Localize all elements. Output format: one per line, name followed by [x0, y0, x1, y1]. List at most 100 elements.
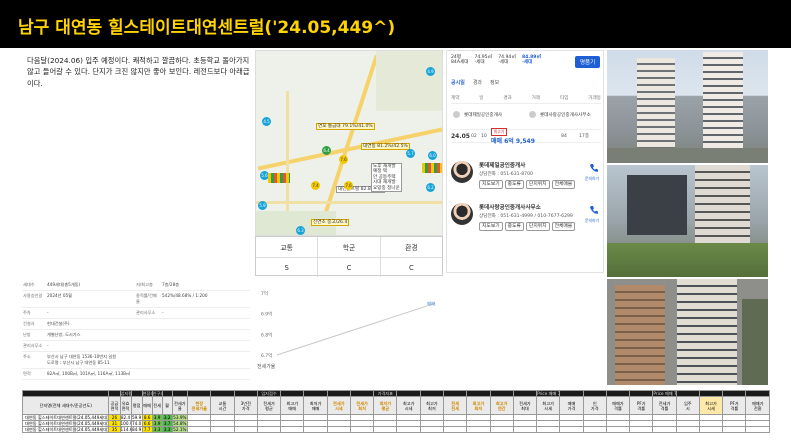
column-header: 매매가 전환 [745, 396, 770, 415]
inquiry-link[interactable]: 문의하기 [585, 176, 599, 182]
column-header: 전세가 최저 [349, 396, 375, 415]
map-pin[interactable]: 6.3 [296, 226, 305, 235]
info-cell: - [47, 343, 49, 348]
map-pin[interactable]: 6.4 [322, 146, 331, 155]
table-cell: 84.9 [130, 426, 143, 433]
info-cell: 부산시 남구 대연동 1536-10번지 일원 도로명 : 부산시 남구 대연동… [47, 354, 117, 365]
table-cell: 7.7 [141, 426, 153, 433]
page: { "title": "남구 대연동 힐스테이트대연센트럴('24.05,449… [0, 0, 791, 445]
map-view-chip[interactable]: 지도보기 [479, 222, 503, 231]
agent-card[interactable]: 롯데제일공인중개사 상담전화 : 051-631-8700 지도보기 중도류 단지위… [479, 161, 577, 189]
group-header: 현장조사 [141, 390, 153, 397]
table-cell [745, 426, 770, 433]
table-cell [443, 426, 468, 433]
map-label[interactable]: 대연동 81.2%/42.5% [361, 143, 410, 151]
complex-location-chip[interactable]: 단지위치 [525, 180, 550, 189]
info-cell: 건설사 [23, 321, 35, 326]
column-header: 계약 [451, 96, 460, 101]
trade-date: 24.05 [451, 132, 470, 140]
info-cell: 82A㎡, 100B㎡, 101A㎡, 116A㎡, 113B㎡ [47, 371, 131, 376]
map-pin[interactable]: 6.2 [426, 183, 435, 192]
map-pin[interactable]: 7.6 [344, 181, 353, 190]
area-tab[interactable]: 74.95㎡ -세대 [474, 55, 492, 66]
description-text: 다음달(2024.06) 입주 예정이다. 쾌적하고 깔끔하다. 초등학교 돌아… [27, 56, 250, 88]
info-cell: 사용승인일 [23, 293, 43, 298]
map-pin[interactable]: 6.0 [428, 151, 437, 160]
info-cell: 저/최고층 [136, 282, 153, 287]
table-cell: 3.3 [151, 426, 163, 433]
info-cell: 세대수 [23, 282, 35, 287]
area-tab[interactable]: 24평 84A세대 [451, 55, 468, 66]
table-cell [559, 426, 584, 433]
filter-tab[interactable]: 경과 [473, 79, 482, 86]
map-pin[interactable]: 4.5 [262, 117, 271, 126]
column-header: 최저가 매매 [303, 396, 328, 415]
table-cell [466, 426, 491, 433]
complex-location-chip[interactable]: 단지위치 [525, 222, 550, 231]
map-pin[interactable]: 5.9 [258, 201, 267, 210]
info-cell: 난방 [23, 332, 31, 337]
table-cell [722, 426, 747, 433]
map-pin[interactable]: 5.7 [406, 149, 415, 158]
map-label[interactable]: 신연초 중고/26.4 [311, 219, 350, 227]
score-value: C [379, 258, 442, 277]
score-header: 환경 [379, 237, 442, 257]
phone-icon[interactable] [589, 163, 599, 173]
map-pin[interactable]: 7.6 [339, 155, 348, 164]
table-cell: 74.0 [130, 420, 143, 427]
location-map[interactable]: 연포 통금대 79.1%/41.0% 대연동 81.2%/42.5% 대연센트럴… [255, 50, 443, 236]
table-cell [210, 426, 235, 433]
view-button[interactable]: 명품기 [575, 56, 601, 68]
table-cell [256, 426, 282, 433]
agent-card[interactable]: 롯데사랑공인중개사사무소 상담전화 : 051-631-4999 / 010-7… [479, 203, 577, 231]
column-header: 일 [479, 96, 484, 101]
column-header: 최고가 매매 [280, 396, 305, 415]
table-cell [187, 426, 212, 433]
column-header: 인 가격 [582, 396, 607, 415]
agent-name-small: 롯데제일공인중개사 [464, 112, 503, 118]
agent-phone: 상담전화 : 051-631-4999 / 010-7677-6299 [479, 214, 573, 219]
all-listings-chip[interactable]: 전체매물 [551, 222, 576, 231]
group-header: Price 매매 7% [652, 390, 677, 397]
filter-tab[interactable]: 정보 [490, 79, 499, 86]
route-chip[interactable]: 중도류 [504, 222, 524, 231]
table-cell: 54.8% [171, 420, 189, 427]
area-tab[interactable]: 84.89㎡ -세대 [522, 55, 541, 66]
table-cell [629, 426, 654, 433]
trade-day: 02 [471, 133, 477, 139]
table-cell: 53.9% [171, 414, 189, 421]
table-cell [373, 426, 398, 433]
info-cell: 주차 [23, 310, 31, 315]
table-cell [489, 426, 514, 433]
column-header: 최고가 시세 [536, 396, 561, 415]
column-header: 현장 전세가율 [187, 396, 212, 415]
area-tab[interactable]: 74.94㎡ -세대 [498, 55, 516, 66]
column-header: 경과 [503, 96, 512, 101]
group-header: 인구가생산성/수요 [151, 390, 163, 397]
y-tick-label: 6.7억 [261, 352, 272, 359]
all-listings-chip[interactable]: 전체매물 [551, 180, 576, 189]
map-label[interactable]: 연포 통금대 79.1%/41.0% [316, 123, 375, 131]
table-cell: 대연동 힐스테이트대연센트럴(24.05,449세대) [21, 420, 110, 427]
table-cell [605, 426, 631, 433]
column-header: 최고가 시세 [396, 396, 421, 415]
map-view-chip[interactable]: 지도보기 [479, 180, 503, 189]
route-chip[interactable]: 중도류 [504, 180, 524, 189]
column-header: 거래동 [588, 96, 601, 101]
table-cell [698, 426, 724, 433]
inquiry-link[interactable]: 문의하기 [585, 218, 599, 224]
map-pin[interactable]: 7.4 [311, 181, 320, 190]
column-header: 입주 시 [675, 396, 700, 415]
table-cell: 100.9 [119, 420, 132, 427]
table-cell: 대연동 힐스테이트대연센트럴(24.05,449세대) [21, 426, 110, 433]
table-cell [582, 426, 607, 433]
phone-icon[interactable] [589, 205, 599, 215]
agent-avatar-small [529, 111, 536, 118]
page-title: 남구 대연동 힐스테이트대연센트럴('24.05,449^) [18, 18, 396, 38]
map-pin[interactable]: 4.9 [426, 67, 435, 76]
table-cell: 3.3 [161, 426, 173, 433]
apartment-complex-photo [607, 279, 768, 385]
map-label[interactable]: 노후 재개발 예정 택 안 공동주택 시대 재개발 요망중 정나운 [371, 163, 402, 193]
column-header: 거래 [531, 96, 541, 101]
filter-tab[interactable]: 공시일 [451, 79, 465, 86]
